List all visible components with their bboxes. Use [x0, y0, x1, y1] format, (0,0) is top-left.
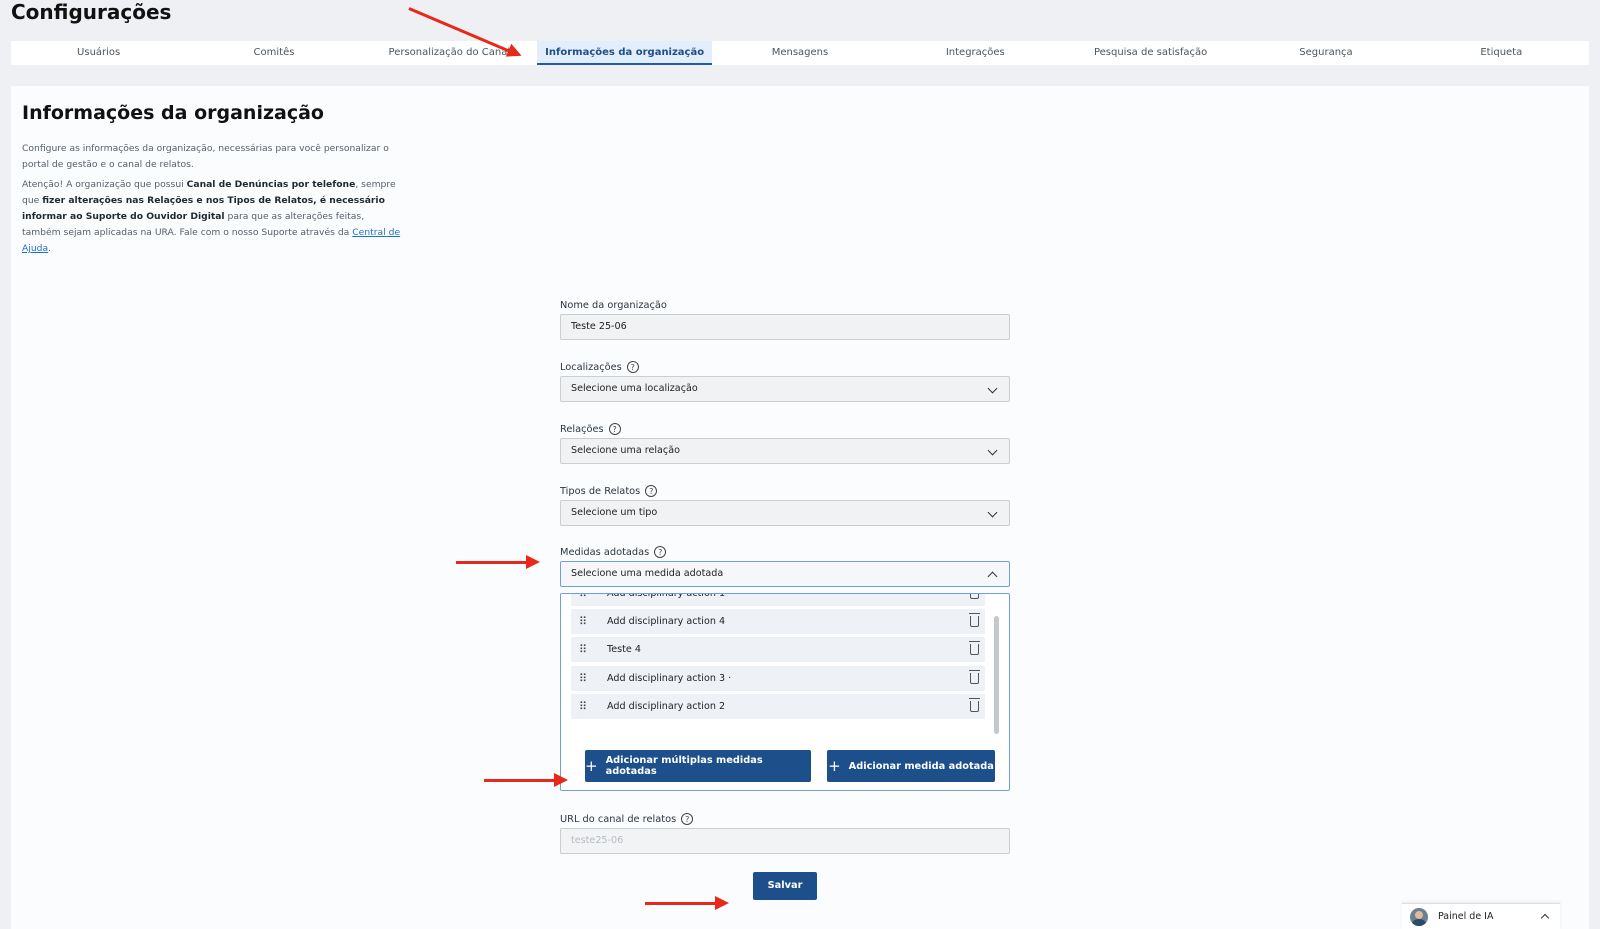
warning-bold: Canal de Denúncias por telefone [186, 179, 356, 190]
drag-handle-icon[interactable]: ⠿ [579, 666, 587, 691]
measures-dropdown: ⠿ Add disciplinary action 1 ⠿ Add discipli… [560, 593, 1010, 791]
description-intro: Configure as informações da organização,… [22, 143, 389, 170]
plus-icon: + [828, 756, 841, 775]
page-title: Configurações [11, 0, 172, 24]
relations-label-text: Relações [560, 423, 604, 435]
trash-icon[interactable] [969, 698, 980, 712]
list-scrollbar[interactable] [994, 616, 999, 734]
measures-label-text: Medidas adotadas [560, 546, 650, 558]
relations-label: Relações? [560, 423, 621, 435]
report-types-label-text: Tipos de Relatos [560, 485, 641, 497]
measures-select[interactable]: Selecione uma medida adotada [560, 561, 1010, 587]
content-card: Informações da organização Configure as … [11, 86, 1589, 929]
item-label: Add disciplinary action 4 [607, 616, 726, 627]
ai-panel-label: Painel de IA [1438, 911, 1494, 922]
plus-icon: + [585, 756, 598, 775]
trash-icon[interactable] [969, 613, 980, 627]
org-name-input[interactable]: Teste 25-06 [560, 314, 1010, 340]
list-item[interactable]: ⠿ Add disciplinary action 2 [571, 694, 985, 719]
ai-panel-toggle[interactable]: Painel de IA [1402, 903, 1560, 929]
measures-list[interactable]: ⠿ Add disciplinary action 1 ⠿ Add discipli… [571, 594, 985, 734]
relations-select[interactable]: Selecione uma relação [560, 438, 1010, 464]
drag-handle-icon[interactable]: ⠿ [579, 594, 587, 606]
measures-label: Medidas adotadas? [560, 546, 667, 558]
locations-label: Localizações? [560, 361, 639, 373]
url-input: teste25-06 [560, 828, 1010, 854]
section-description: Configure as informações da organização,… [22, 141, 402, 261]
question-circle-icon[interactable]: ? [626, 361, 639, 373]
warning-text: Atenção! A organização que possui [22, 179, 187, 190]
url-label: URL do canal de relatos? [560, 813, 694, 825]
annotation-arrow [645, 896, 729, 910]
annotation-arrow [456, 555, 540, 569]
tab-informacoes-organizacao[interactable]: Informações da organização [536, 41, 713, 65]
tab-pesquisa-satisfacao[interactable]: Pesquisa de satisfação [1063, 41, 1238, 65]
locations-select[interactable]: Selecione uma localização [560, 376, 1010, 402]
item-label: Add disciplinary action 1 [607, 594, 725, 606]
question-circle-icon[interactable]: ? [654, 546, 667, 558]
item-label: Teste 4 [607, 644, 641, 655]
drag-handle-icon[interactable]: ⠿ [579, 609, 587, 634]
section-title: Informações da organização [22, 102, 324, 124]
add-multiple-label: Adicionar múltiplas medidas adotadas [605, 755, 763, 777]
drag-handle-icon[interactable]: ⠿ [579, 637, 587, 662]
drag-handle-icon[interactable]: ⠿ [579, 694, 587, 719]
question-circle-icon[interactable]: ? [645, 485, 658, 497]
org-name-label-text: Nome da organização [560, 300, 667, 311]
report-types-select[interactable]: Selecione um tipo [560, 500, 1010, 526]
list-item[interactable]: ⠿ Add disciplinary action 4 [571, 609, 985, 634]
question-circle-icon[interactable]: ? [608, 423, 621, 435]
tab-integracoes[interactable]: Integrações [888, 41, 1063, 65]
description-warning: Atenção! A organização que possui Canal … [22, 177, 402, 257]
list-item[interactable]: ⠿ Add disciplinary action 3 · [571, 666, 985, 691]
annotation-arrow [484, 773, 568, 787]
avatar [1410, 907, 1428, 926]
add-single-label: Adicionar medida adotada [848, 760, 994, 772]
tab-comites[interactable]: Comitês [186, 41, 361, 65]
trash-icon[interactable] [970, 594, 979, 599]
list-item[interactable]: ⠿ Add disciplinary action 1 [571, 594, 985, 606]
add-measure-button[interactable]: + Adicionar medida adotada [827, 750, 995, 782]
list-item[interactable]: ⠿ Teste 4 [571, 637, 985, 662]
org-name-label: Nome da organização [560, 300, 667, 311]
locations-label-text: Localizações [560, 361, 622, 373]
save-button[interactable]: Salvar [753, 872, 817, 900]
warning-text: . [48, 243, 52, 254]
chevron-up-icon[interactable] [1540, 913, 1550, 923]
url-label-text: URL do canal de relatos [560, 813, 677, 825]
trash-icon[interactable] [969, 641, 980, 655]
settings-tabs: Usuários Comitês Personalização do Canal… [11, 41, 1589, 65]
trash-icon[interactable] [969, 670, 980, 684]
question-circle-icon[interactable]: ? [681, 813, 694, 825]
tab-usuarios[interactable]: Usuários [11, 41, 186, 65]
report-types-label: Tipos de Relatos? [560, 485, 658, 497]
tab-etiqueta[interactable]: Etiqueta [1414, 41, 1589, 65]
add-multiple-measures-button[interactable]: + Adicionar múltiplas medidas adotadas [585, 750, 811, 782]
item-label: Add disciplinary action 2 [607, 701, 726, 712]
tab-mensagens[interactable]: Mensagens [712, 41, 887, 65]
tab-seguranca[interactable]: Segurança [1238, 41, 1413, 65]
item-label: Add disciplinary action 3 · [607, 673, 732, 684]
